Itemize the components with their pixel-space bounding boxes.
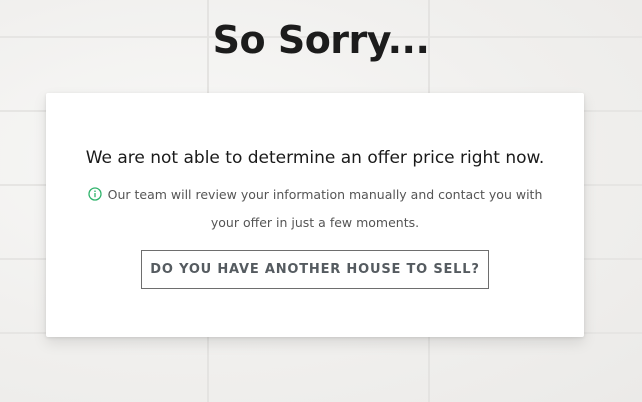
info-note-text: Our team will review your information ma… xyxy=(107,187,543,230)
info-note: Our team will review your information ma… xyxy=(86,181,544,237)
result-card: We are not able to determine an offer pr… xyxy=(46,93,584,337)
page-title: So Sorry... xyxy=(212,18,430,62)
another-house-button[interactable]: DO YOU HAVE ANOTHER HOUSE TO SELL? xyxy=(141,250,489,289)
info-circle-icon xyxy=(87,187,102,201)
headline: We are not able to determine an offer pr… xyxy=(85,148,545,168)
